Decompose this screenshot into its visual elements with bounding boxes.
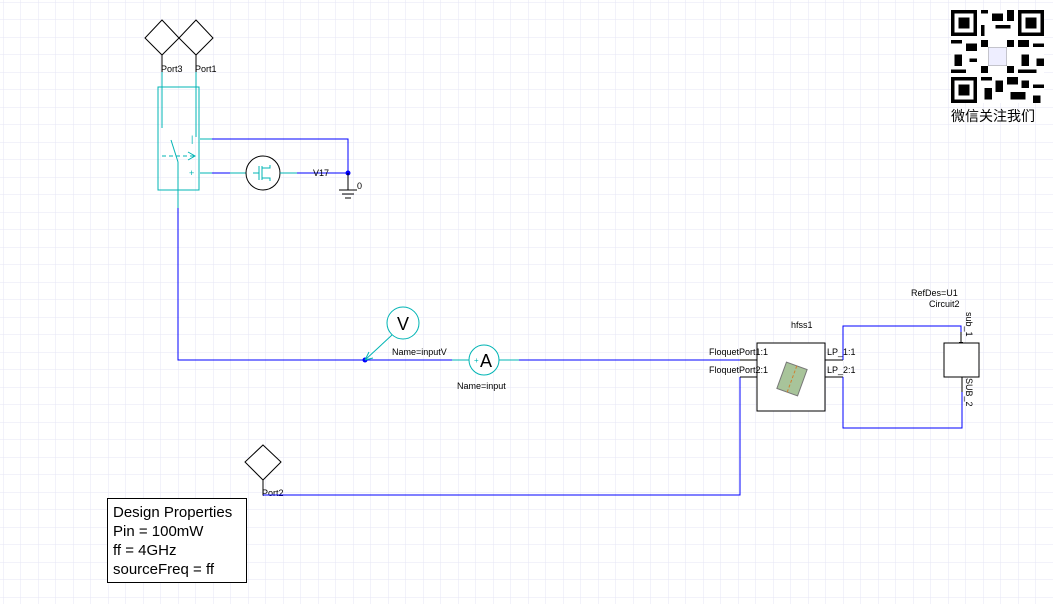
port2-label: Port2 <box>262 488 284 498</box>
hfss-lp1: LP_1:1 <box>827 347 856 357</box>
subcircuit-pin1: sub_1 <box>964 312 974 337</box>
svg-text:+: + <box>474 356 479 365</box>
subcircuit-name: Circuit2 <box>929 299 960 309</box>
voltmeter-symbol: V <box>397 314 409 334</box>
subcircuit-pin2: SUB_2 <box>964 378 974 407</box>
ammeter-symbol: A <box>480 351 492 371</box>
qr-code-icon <box>951 10 1044 103</box>
ammeter-name: Name=input <box>457 381 506 391</box>
hfss-title: hfss1 <box>791 320 813 330</box>
hfss-port2: FloquetPort2:1 <box>709 365 768 375</box>
hfss-lp2: LP_2:1 <box>827 365 856 375</box>
svg-text:+: + <box>189 168 194 178</box>
svg-text:|: | <box>191 134 193 144</box>
ground-label: 0 <box>357 181 362 191</box>
port3-label: Port3 <box>161 64 183 74</box>
property-line: sourceFreq = ff <box>113 561 215 578</box>
voltage-source[interactable] <box>245 155 281 191</box>
qr-caption: 微信关注我们 <box>951 109 1035 125</box>
source-label: V17 <box>313 168 329 178</box>
subcircuit-refdes: RefDes=U1 <box>911 288 958 298</box>
ammeter[interactable]: + A <box>468 344 500 376</box>
design-properties-title: Design Properties <box>113 504 233 521</box>
voltmeter[interactable]: V <box>386 306 420 340</box>
property-line: Pin = 100mW <box>113 523 204 540</box>
port1-label: Port1 <box>195 64 217 74</box>
hfss-port1: FloquetPort1:1 <box>709 347 768 357</box>
property-line: ff = 4GHz <box>113 542 177 559</box>
design-properties-box[interactable]: Design Properties Pin = 100mW ff = 4GHz … <box>107 498 247 583</box>
voltmeter-name: Name=inputV <box>392 347 447 357</box>
